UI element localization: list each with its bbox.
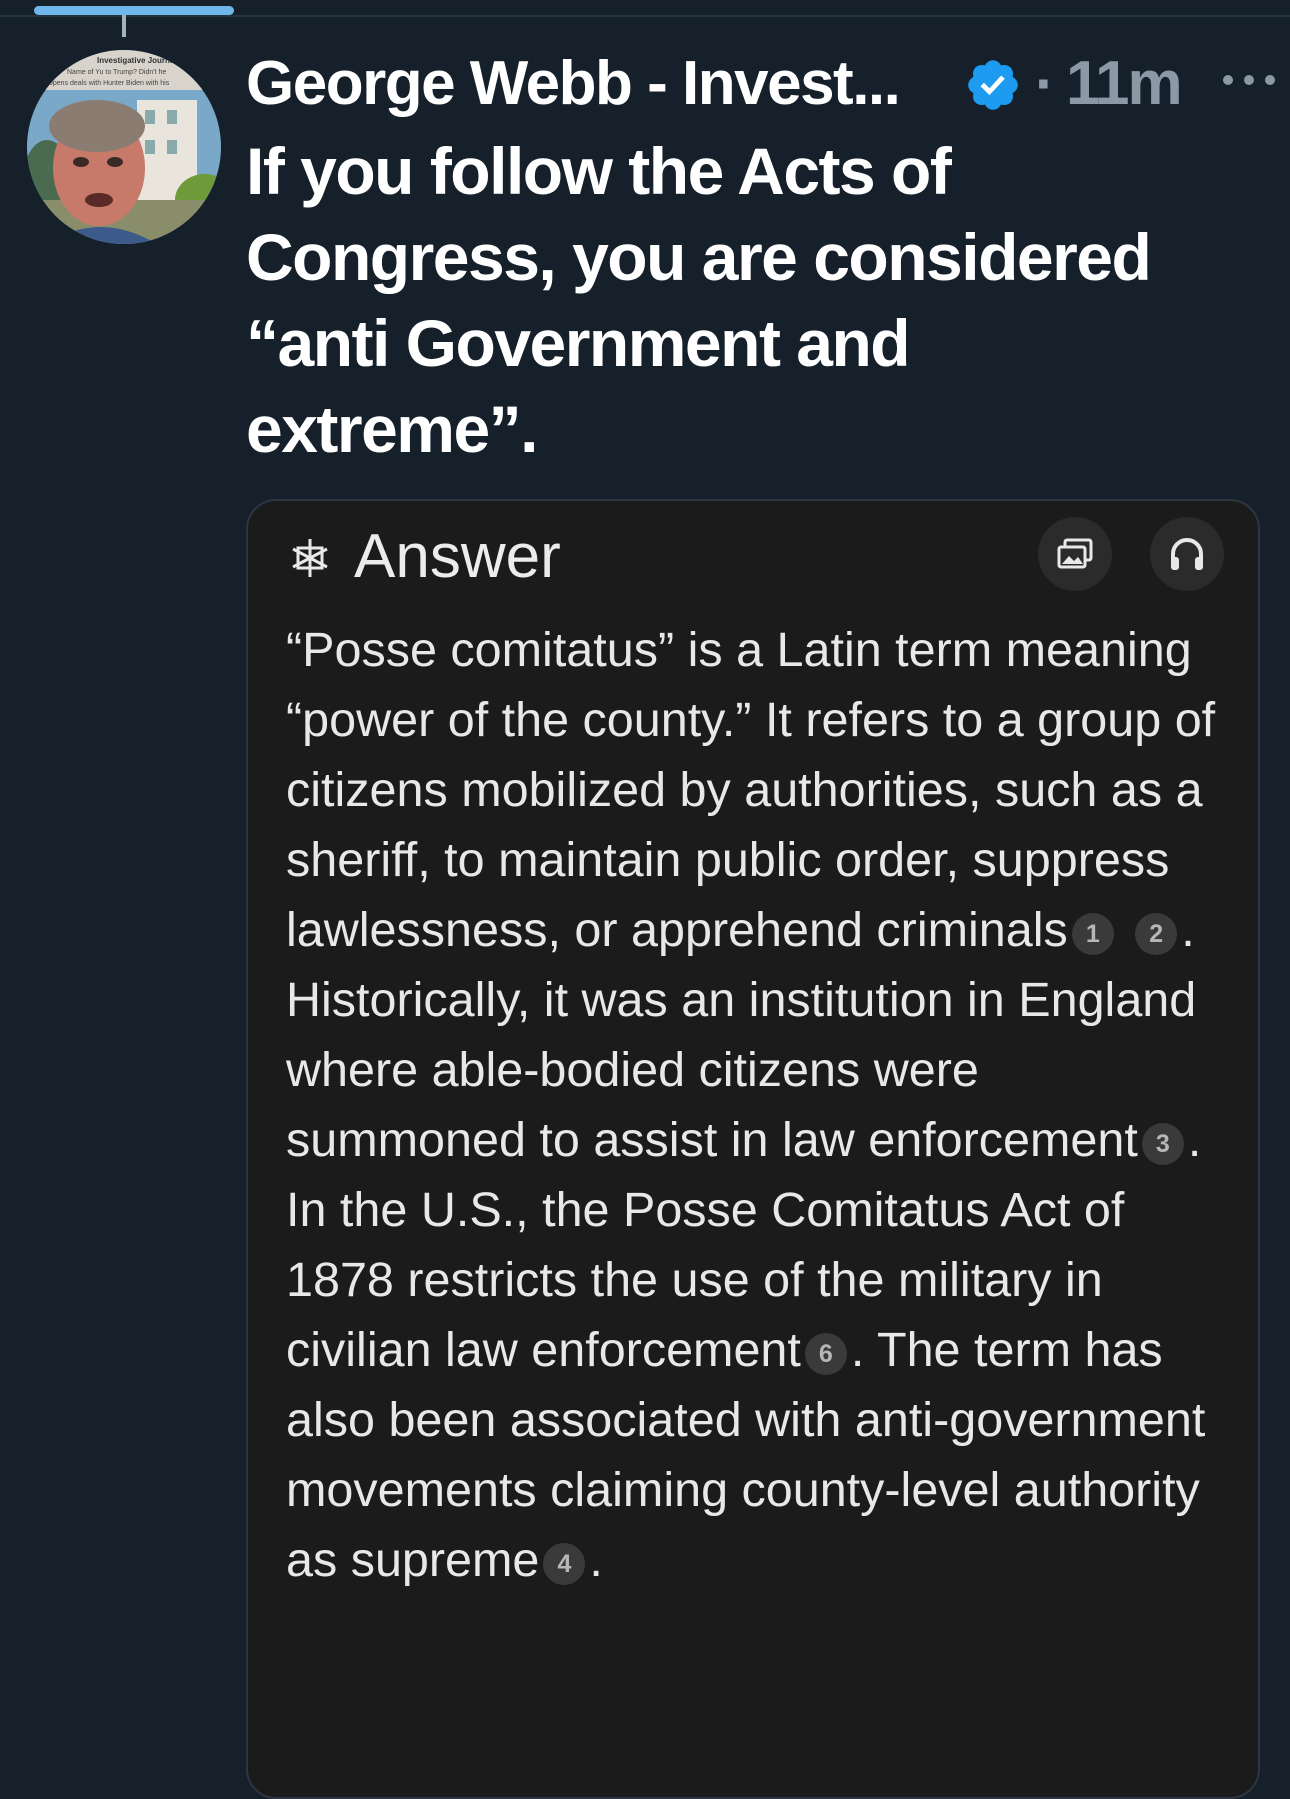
answer-segment-5: . (589, 1533, 603, 1587)
more-options-icon[interactable] (1212, 60, 1286, 100)
answer-title: Answer (354, 522, 561, 591)
avatar-image: Investigative Journalist Name of Yu to T… (27, 50, 221, 244)
avatar-caption-line2: Name of Yu to Trump? Didn't he (67, 69, 166, 76)
answer-logo-icon (292, 539, 328, 577)
avatar-caption-line1: Investigative Journalist (97, 56, 186, 65)
answer-text: “Posse comitatus” is a Latin term meanin… (286, 615, 1226, 1595)
citation-badge[interactable]: 6 (804, 1333, 847, 1375)
citation-badge[interactable]: 1 (1071, 913, 1114, 955)
headphones-icon (1171, 538, 1203, 570)
thread-connector-line (122, 15, 126, 37)
tab-indicator (34, 6, 234, 15)
citation-badge[interactable]: 3 (1141, 1123, 1184, 1165)
image-gallery-button[interactable] (1038, 517, 1112, 591)
verified-badge-icon (968, 60, 1018, 110)
answer-segment-1: “Posse comitatus” is a Latin term meanin… (286, 623, 1216, 957)
author-name[interactable]: George Webb - Invest... (246, 44, 901, 124)
citation-badge[interactable]: 2 (1135, 913, 1178, 955)
citation-badge[interactable]: 4 (543, 1543, 586, 1585)
avatar[interactable]: Investigative Journalist Name of Yu to T… (27, 50, 221, 244)
answer-card: Answer “Posse comitatus” is a Latin term… (246, 499, 1260, 1799)
avatar-caption-line3: opens deals with Hunter Biden with his (49, 80, 170, 87)
image-gallery-icon (1057, 538, 1093, 569)
tweet-text: If you follow the Acts of Congress, you … (246, 134, 1152, 466)
tweet-header: George Webb - Invest... · 11m (246, 44, 1276, 124)
audio-button[interactable] (1150, 517, 1224, 591)
timestamp[interactable]: 11m (1066, 44, 1183, 124)
top-divider (0, 15, 1290, 17)
separator-dot: · (1035, 50, 1055, 117)
